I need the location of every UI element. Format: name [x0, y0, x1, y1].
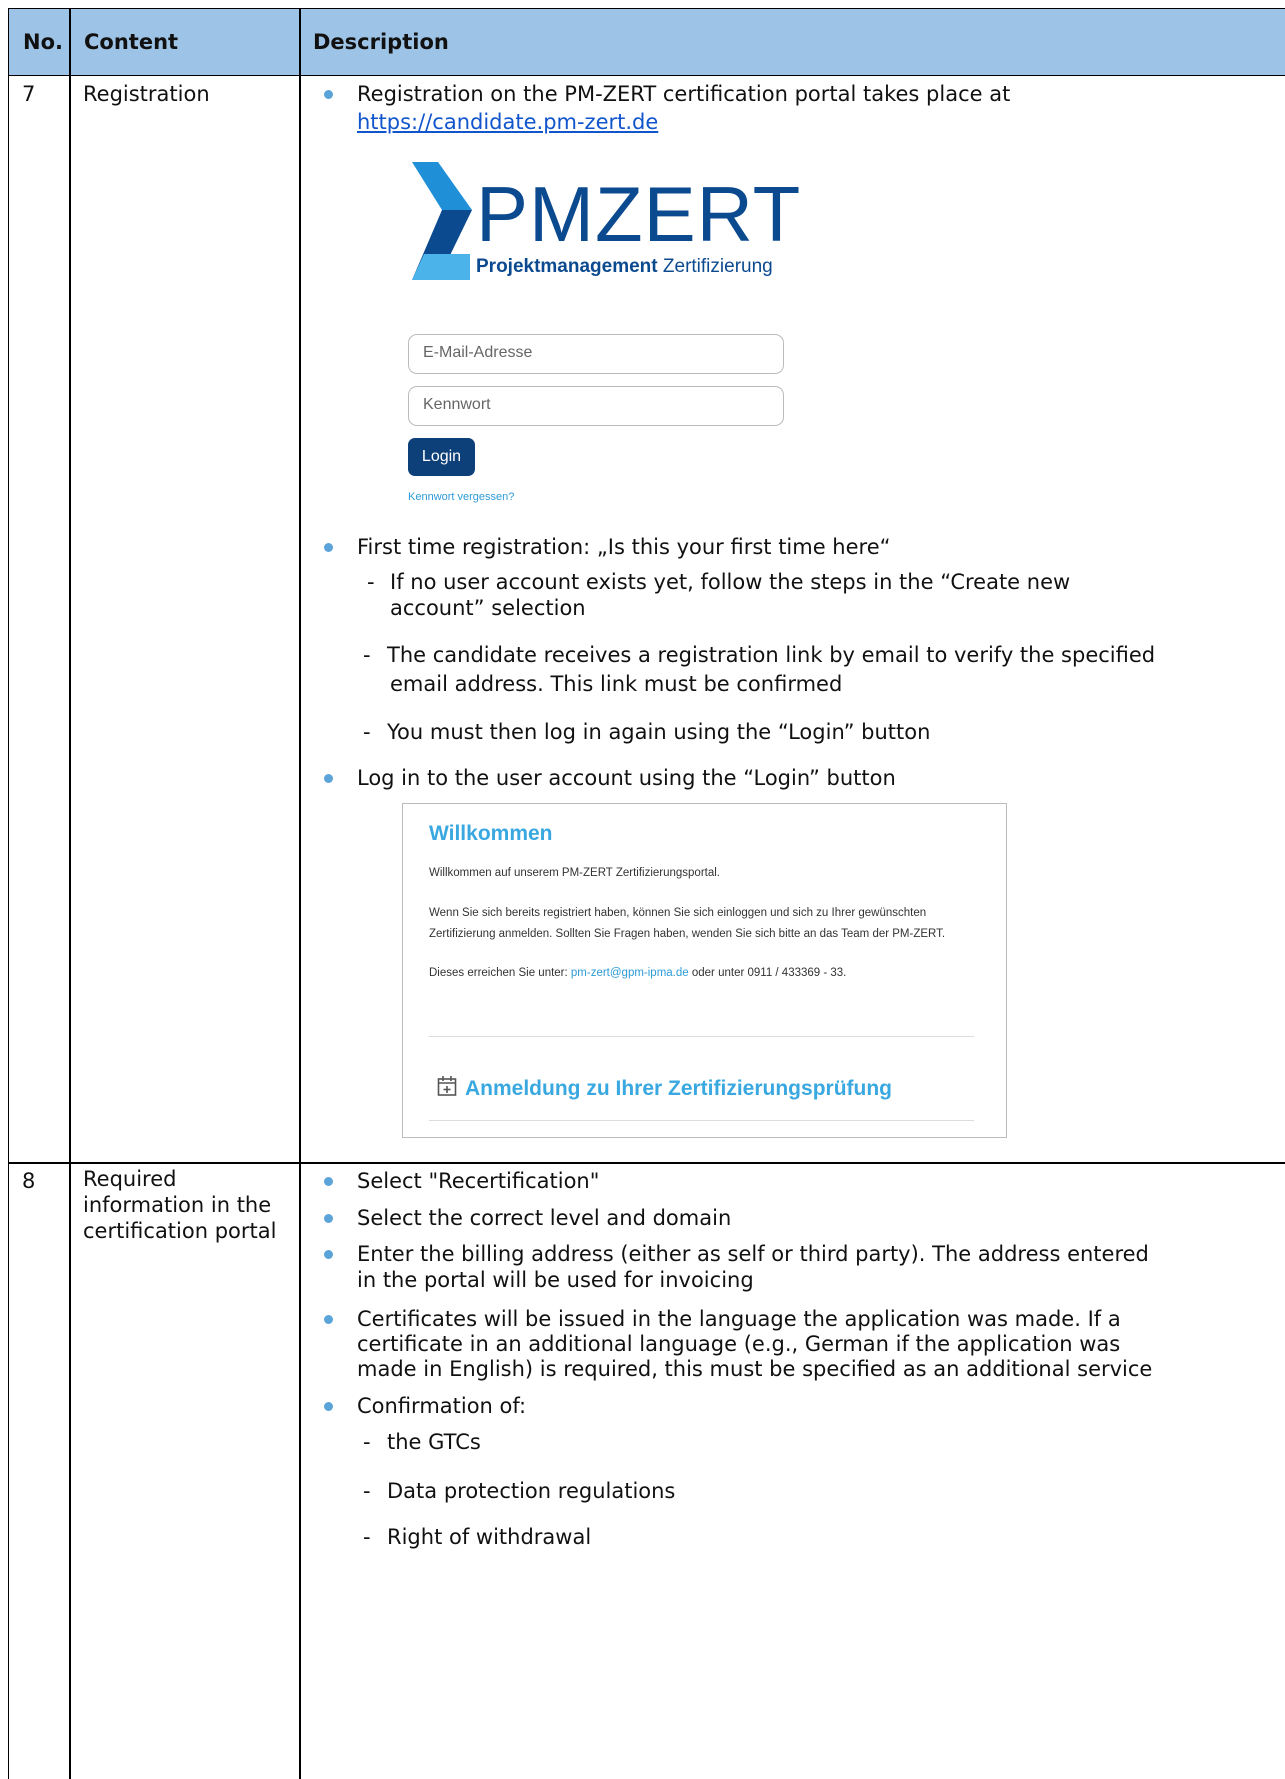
- sub-item-text: account” selection: [390, 596, 586, 620]
- portal-link[interactable]: https://candidate.pm-zert.de: [357, 108, 658, 136]
- email-placeholder: E-Mail-Adresse: [423, 344, 533, 361]
- dash-marker: -: [363, 1479, 371, 1503]
- row-content: certification portal: [83, 1219, 277, 1243]
- dash-marker: -: [367, 570, 375, 594]
- column-divider: [69, 9, 71, 1779]
- bullet-dot: [324, 90, 333, 99]
- welcome-paragraph: Wenn Sie sich bereits registriert haben,…: [429, 907, 927, 919]
- bullet-text: First time registration: „Is this your f…: [357, 535, 891, 559]
- registration-exam-link[interactable]: Anmeldung zu Ihrer Zertifizierungsprüfun…: [437, 1075, 892, 1103]
- pmzert-logo: PMZERT Projektmanagement Zertifizierung: [412, 158, 800, 288]
- column-divider: [299, 9, 301, 1779]
- login-button[interactable]: Login: [408, 438, 475, 476]
- sub-item-text: the GTCs: [387, 1430, 481, 1454]
- row-content: Registration: [83, 82, 210, 106]
- welcome-contact: Dieses erreichen Sie unter: pm-zert@gpm-…: [429, 967, 847, 979]
- divider: [429, 1120, 974, 1121]
- sub-item-text: You must then log in again using the “Lo…: [387, 720, 931, 744]
- bullet-text: certificate in an additional language (e…: [357, 1332, 1121, 1356]
- row-content: Required: [83, 1167, 177, 1191]
- welcome-panel: Willkommen Willkommen auf unserem PM-ZER…: [402, 803, 1007, 1138]
- logo-subtitle: Projektmanagement Zertifizierung: [476, 256, 773, 277]
- row-number: 8: [22, 1169, 36, 1193]
- row-content: information in the: [83, 1193, 272, 1217]
- bullet-dot: [324, 1402, 333, 1411]
- bullet-text: made in English) is required, this must …: [357, 1357, 1153, 1381]
- welcome-paragraph: Willkommen auf unserem PM-ZERT Zertifizi…: [429, 867, 720, 879]
- bullet-text: Enter the billing address (either as sel…: [357, 1242, 1149, 1266]
- logo-wordmark: PMZERT: [476, 170, 802, 258]
- email-field[interactable]: E-Mail-Adresse: [408, 334, 784, 374]
- row-number: 7: [22, 82, 36, 106]
- sub-item-text: email address. This link must be confirm…: [390, 672, 843, 696]
- bullet-dot: [324, 1177, 333, 1186]
- table-header: No. Content Description: [9, 9, 1285, 76]
- header-content: Content: [84, 30, 179, 54]
- bullet-text: Confirmation of:: [357, 1394, 527, 1418]
- password-field[interactable]: Kennwort: [408, 386, 784, 426]
- bullet-text: Certificates will be issued in the langu…: [357, 1307, 1121, 1331]
- bullet-dot: [324, 543, 333, 552]
- bullet-text: Log in to the user account using the “Lo…: [357, 766, 896, 790]
- bullet-dot: [324, 1315, 333, 1324]
- welcome-paragraph: Zertifizierung anmelden. Sollten Sie Fra…: [429, 928, 946, 940]
- sub-item-text: Data protection regulations: [387, 1479, 676, 1503]
- bullet-dot: [324, 1250, 333, 1259]
- bullet-text: Select the correct level and domain: [357, 1206, 732, 1230]
- forgot-password-link[interactable]: Kennwort vergessen?: [408, 491, 514, 503]
- sub-item-text: Right of withdrawal: [387, 1525, 592, 1549]
- header-description: Description: [313, 30, 449, 54]
- dash-marker: -: [363, 643, 371, 667]
- row-divider: [9, 1162, 1285, 1164]
- dash-marker: -: [363, 1525, 371, 1549]
- logo-chevron-icon: [412, 162, 472, 280]
- dash-marker: -: [363, 1430, 371, 1454]
- bullet-text: in the portal will be used for invoicing: [357, 1268, 754, 1292]
- sub-item-text: The candidate receives a registration li…: [387, 643, 1156, 667]
- sub-item-text: If no user account exists yet, follow th…: [390, 570, 1071, 594]
- bullet-text: Select "Recertification": [357, 1169, 600, 1193]
- bullet-dot: [324, 1214, 333, 1223]
- divider: [429, 1036, 974, 1037]
- bullet-text: Registration on the PM-ZERT certificatio…: [357, 82, 1011, 106]
- dash-marker: -: [363, 720, 371, 744]
- header-no: No.: [23, 30, 63, 54]
- welcome-title: Willkommen: [429, 822, 553, 845]
- contact-email-link[interactable]: pm-zert@gpm-ipma.de: [571, 967, 689, 979]
- password-placeholder: Kennwort: [423, 396, 491, 413]
- calendar-plus-icon: [437, 1075, 457, 1103]
- bullet-dot: [324, 774, 333, 783]
